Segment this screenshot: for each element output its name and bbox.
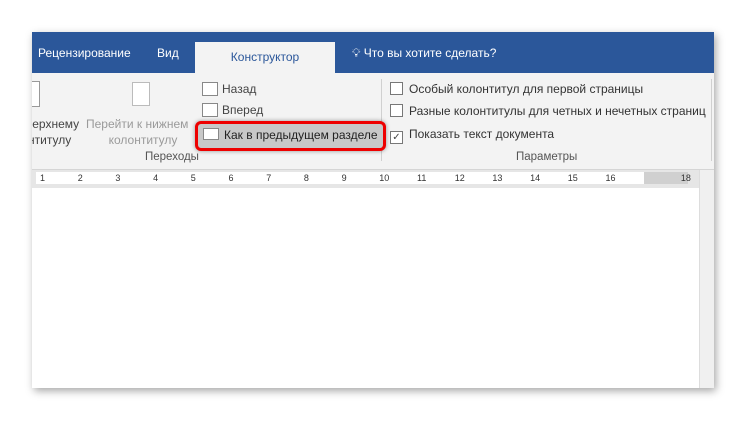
different-first-page-checkbox[interactable]: Особый колонтитул для первой страницы bbox=[390, 82, 643, 96]
goto-header-label1: верхнему bbox=[32, 117, 80, 131]
different-odd-even-checkbox[interactable]: Разные колонтитулы для четных и нечетных… bbox=[390, 104, 706, 118]
checkbox-box bbox=[390, 82, 403, 95]
show-document-text-checkbox[interactable]: ✓ Показать текст документа bbox=[390, 127, 554, 144]
ruler-number: 16 bbox=[605, 173, 616, 183]
ruler-number: 14 bbox=[530, 173, 541, 183]
ruler-number: 5 bbox=[190, 173, 196, 183]
goto-footer-label1: Перейти к нижнем bbox=[86, 117, 189, 131]
next-icon bbox=[202, 103, 218, 117]
group-separator bbox=[711, 79, 712, 161]
checkbox-label: Особый колонтитул для первой страницы bbox=[409, 82, 644, 96]
word-window: Рецензирование Вид Конструктор 💡︎ Что вы… bbox=[32, 32, 714, 388]
ruler-number: 2 bbox=[77, 173, 83, 183]
previous-label: Назад bbox=[222, 82, 257, 96]
checkbox-label: Разные колонтитулы для четных и нечетных… bbox=[409, 104, 706, 118]
link-previous-label: Как в предыдущем разделе bbox=[224, 128, 378, 142]
vertical-scrollbar[interactable] bbox=[699, 170, 714, 388]
ribbon-tabs: Рецензирование Вид Конструктор 💡︎ Что вы… bbox=[32, 32, 714, 73]
ruler-number: 7 bbox=[266, 173, 272, 183]
group-label-options: Параметры bbox=[516, 151, 578, 163]
ruler-number: 11 bbox=[417, 173, 427, 183]
next-label: Вперед bbox=[222, 103, 264, 117]
checkmark-icon: ✓ bbox=[390, 131, 403, 144]
goto-header-label2: нтитулу bbox=[32, 133, 72, 147]
group-label-navigation: Переходы bbox=[145, 151, 199, 163]
footer-icon bbox=[132, 82, 150, 106]
ruler-number: 3 bbox=[115, 173, 121, 183]
header-icon bbox=[32, 81, 40, 107]
tell-me-text: Что вы хотите сделать? bbox=[363, 46, 497, 60]
ruler-number: 13 bbox=[492, 173, 503, 183]
lightbulb-icon: 💡︎ bbox=[352, 46, 364, 60]
tab-view[interactable]: Вид bbox=[157, 46, 179, 60]
ruler-number: 10 bbox=[379, 173, 390, 183]
ruler-number: 9 bbox=[341, 173, 347, 183]
tab-review[interactable]: Рецензирование bbox=[38, 46, 131, 60]
tab-design[interactable]: Конструктор bbox=[195, 42, 335, 73]
tell-me-box[interactable]: 💡︎ Что вы хотите сделать? bbox=[352, 46, 496, 61]
link-to-previous-button[interactable]: Как в предыдущем разделе bbox=[195, 121, 386, 151]
ruler-number: 12 bbox=[454, 173, 465, 183]
ruler-number: 18 bbox=[680, 173, 691, 183]
checkbox-box bbox=[390, 104, 403, 117]
ruler-number: 6 bbox=[228, 173, 234, 183]
ruler-number: 1 bbox=[40, 173, 46, 183]
checkbox-label: Показать текст документа bbox=[409, 127, 555, 141]
document-page[interactable] bbox=[32, 188, 700, 388]
link-previous-icon bbox=[203, 128, 219, 140]
previous-icon bbox=[202, 82, 218, 96]
goto-footer-label2: колонтитулу bbox=[108, 133, 178, 147]
horizontal-ruler[interactable]: 1 2 3 4 5 6 7 8 9 10 11 12 13 14 15 16 18 bbox=[32, 170, 700, 186]
ruler-number: 15 bbox=[567, 173, 578, 183]
ruler-number: 4 bbox=[153, 173, 159, 183]
ruler-number: 8 bbox=[303, 173, 309, 183]
